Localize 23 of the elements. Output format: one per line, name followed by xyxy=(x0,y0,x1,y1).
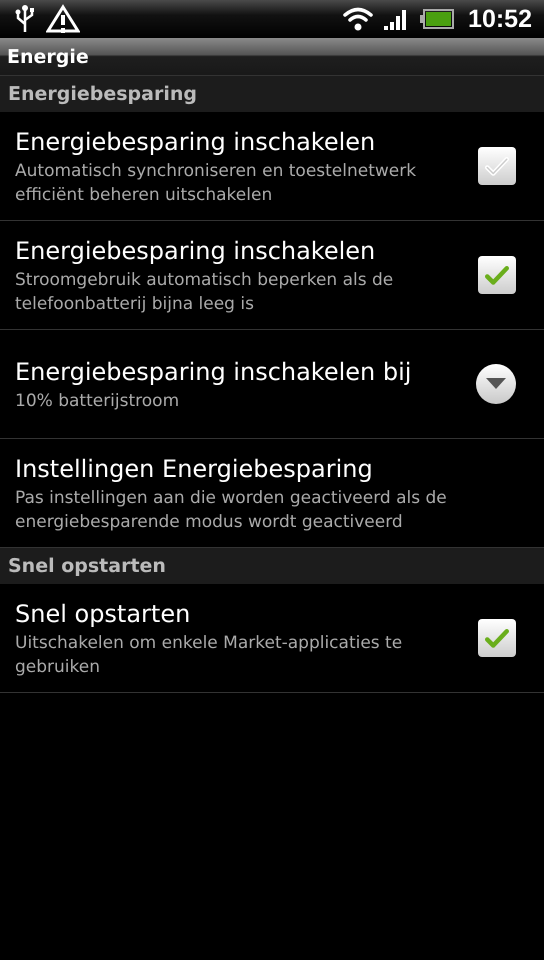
setting-summary: 10% batterijstroom xyxy=(15,390,180,412)
section-header: Snel opstarten xyxy=(0,548,544,584)
setting-title[interactable]: Energiebesparing inschakelen xyxy=(15,126,466,158)
setting-title[interactable]: Energiebesparing inschakelen xyxy=(15,234,466,268)
setting-summary: Automatisch synchroniseren en toestelnetwerk efficiënt beheren uitschakelen xyxy=(15,160,418,206)
usb-icon xyxy=(14,4,36,34)
setting-summary: Uitschakelen om enkele Market-applicaties te gebruiken xyxy=(15,632,404,678)
setting-summary: Pas instellingen aan die worden geactiveerd als de energiebesparende modus wordt geactiveerd xyxy=(15,486,448,534)
wifi-icon xyxy=(342,6,374,32)
dropdown-button[interactable] xyxy=(476,364,516,404)
checkbox[interactable] xyxy=(478,147,516,185)
setting-title[interactable]: Snel opstarten xyxy=(15,598,466,630)
battery-icon xyxy=(420,9,454,29)
setting-summary: Stroomgebruik automatisch beperken als de telefoonbatterij bijna leeg is xyxy=(15,268,394,316)
window-title: Energie xyxy=(7,46,89,68)
checkbox[interactable] xyxy=(478,256,516,294)
checkbox[interactable] xyxy=(478,619,516,657)
warning-icon xyxy=(46,4,80,34)
section-header: Energiebesparing xyxy=(0,76,544,112)
setting-title[interactable]: Energiebesparing inschakelen bij xyxy=(15,356,464,388)
clock-time: 10:52 xyxy=(468,4,532,34)
caret-icon xyxy=(486,378,506,390)
setting-title[interactable]: Instellingen Energiebesparing xyxy=(15,452,516,486)
